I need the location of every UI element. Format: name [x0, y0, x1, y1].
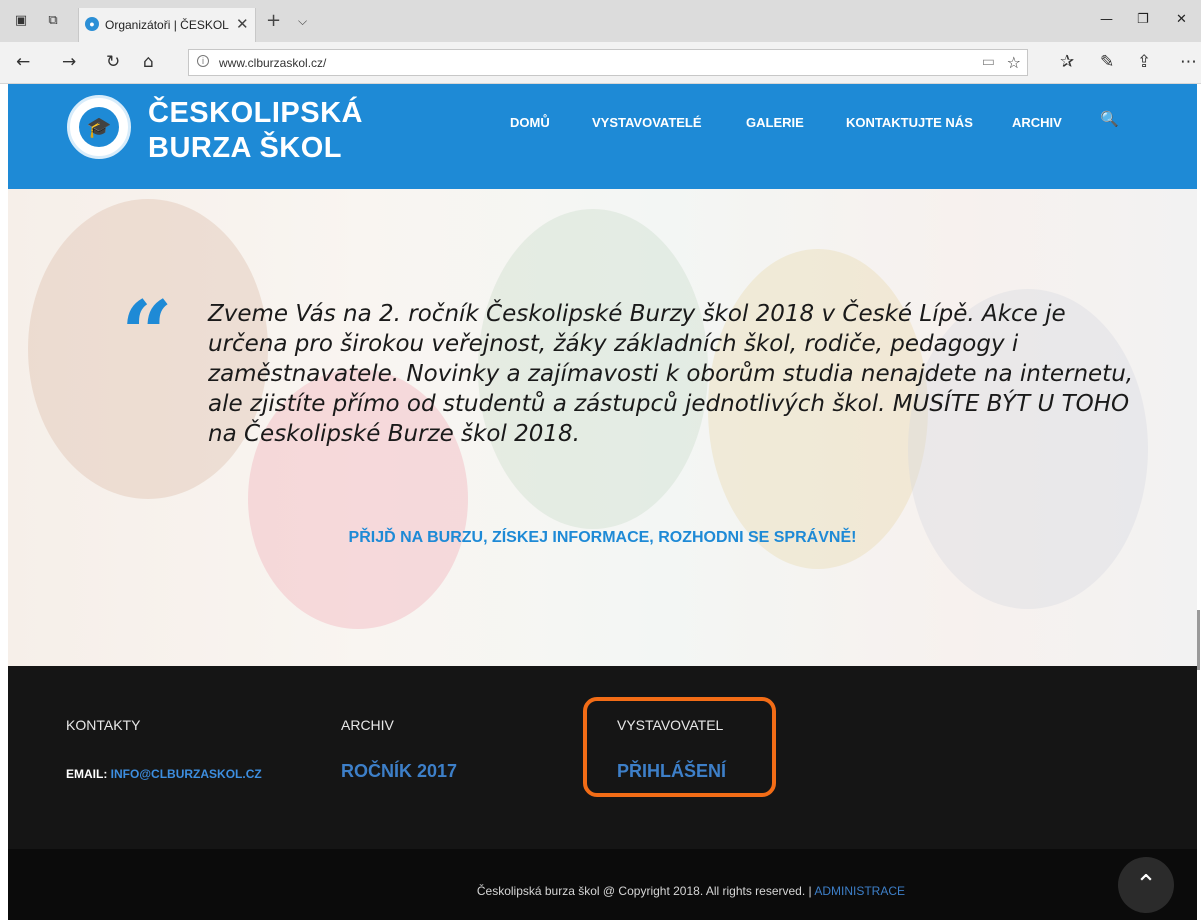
brand-title-line2[interactable]: BURZA ŠKOL	[148, 132, 342, 165]
site-footer: KONTAKTY EMAIL: INFO@CLBURZASKOL.CZ ARCH…	[8, 666, 1197, 849]
search-icon[interactable]: 🔍	[1100, 110, 1119, 128]
email-label: EMAIL:	[66, 767, 108, 781]
hero-section: “ Zveme Vás na 2. ročník Českolipské Bur…	[8, 189, 1197, 666]
nav-item-kontaktujte-nas[interactable]: KONTAKTUJTE NÁS	[846, 115, 973, 130]
close-window-icon[interactable]: ✕	[1176, 12, 1187, 27]
email-link[interactable]: INFO@CLBURZASKOL.CZ	[111, 767, 262, 781]
close-tab-icon[interactable]: ✕	[236, 15, 249, 33]
minimize-icon[interactable]: —	[1100, 12, 1113, 27]
new-tab-button[interactable]: +	[266, 10, 281, 31]
nav-item-vystavovatele[interactable]: VYSTAVOVATELÉ	[592, 115, 702, 130]
tab-title: Organizátoři | ČESKOLIF	[105, 18, 229, 32]
favicon-icon: ●	[85, 17, 99, 31]
favorite-star-icon[interactable]: ☆	[1007, 53, 1021, 72]
archive-heading: ARCHIV	[341, 717, 394, 733]
hero-slogan: PŘIJĎ NA BURZU, ZÍSKEJ INFORMACE, ROZHOD…	[348, 529, 857, 546]
url-text[interactable]: www.clburzaskol.cz/	[219, 56, 326, 70]
copyright-text: Českolipská burza škol @ Copyright 2018.…	[8, 884, 908, 898]
scrollbar[interactable]	[1197, 610, 1200, 670]
quote-icon: “	[121, 281, 173, 387]
archive-2017-link[interactable]: ROČNÍK 2017	[341, 761, 457, 782]
browser-tab-bar: ▣ ⧉ ● Organizátoři | ČESKOLIF ✕ + ⌵ — ❐ …	[0, 0, 1201, 42]
share-icon[interactable]: ⇪	[1137, 53, 1151, 71]
more-icon[interactable]: ⋯	[1180, 53, 1197, 71]
tab-preview-icon[interactable]: ▣	[12, 12, 30, 30]
email-contact: EMAIL: INFO@CLBURZASKOL.CZ	[66, 767, 262, 781]
graduation-cap-icon: 🎓	[79, 107, 119, 147]
nav-item-archiv[interactable]: ARCHIV	[1012, 115, 1062, 130]
home-icon[interactable]: ⌂	[143, 53, 154, 71]
brand-title-line1[interactable]: ČESKOLIPSKÁ	[148, 97, 363, 130]
admin-link[interactable]: ADMINISTRACE	[814, 884, 905, 898]
forward-icon[interactable]: →	[62, 53, 76, 71]
site-logo[interactable]: 🎓	[67, 95, 131, 159]
contacts-heading: KONTAKTY	[66, 717, 141, 733]
browser-tab[interactable]: ● Organizátoři | ČESKOLIF ✕	[78, 8, 256, 42]
browser-nav-bar: ← → ↻ ⌂ i www.clburzaskol.cz/ ▭ ☆ ✰ ✎ ⇪ …	[0, 42, 1201, 84]
scroll-to-top-button[interactable]: ⌃	[1118, 857, 1174, 913]
info-icon[interactable]: i	[197, 55, 209, 67]
pen-icon[interactable]: ✎	[1100, 53, 1114, 71]
refresh-icon[interactable]: ↻	[106, 53, 120, 71]
reading-view-icon[interactable]: ▭	[982, 54, 995, 70]
nav-item-galerie[interactable]: GALERIE	[746, 115, 804, 130]
invitation-quote: Zveme Vás na 2. ročník Českolipské Burzy…	[208, 301, 1134, 447]
site-header: 🎓 ČESKOLIPSKÁ BURZA ŠKOL DOMŮ VYSTAVOVAT…	[8, 84, 1197, 189]
back-icon[interactable]: ←	[16, 53, 30, 71]
favorites-hub-icon[interactable]: ✰	[1060, 53, 1074, 71]
login-highlight-box	[583, 697, 776, 797]
nav-item-domu[interactable]: DOMŮ	[510, 115, 550, 130]
tab-dropdown-icon[interactable]: ⌵	[298, 14, 307, 29]
set-aside-tabs-icon[interactable]: ⧉	[44, 12, 62, 30]
restore-icon[interactable]: ❐	[1137, 12, 1149, 27]
address-bar[interactable]: i www.clburzaskol.cz/ ▭ ☆	[188, 49, 1028, 76]
copyright-bar: Českolipská burza škol @ Copyright 2018.…	[8, 849, 1197, 920]
copyright-label: Českolipská burza škol @ Copyright 2018.…	[476, 884, 812, 898]
